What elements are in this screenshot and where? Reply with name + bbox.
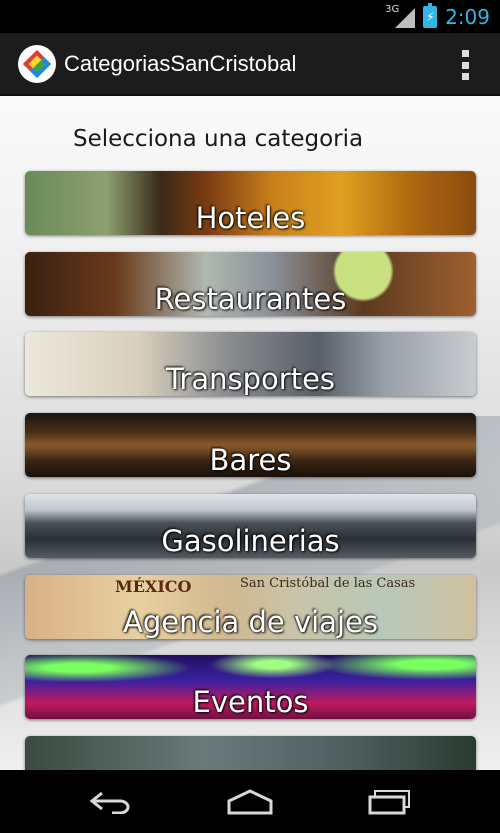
category-label: Transportes [165, 362, 336, 396]
app-title: CategoriasSanCristobal [64, 50, 297, 76]
category-label: Restaurantes [154, 282, 347, 316]
recents-icon[interactable] [360, 782, 420, 822]
back-icon[interactable] [80, 782, 140, 822]
category-label: Bares [209, 443, 292, 477]
app-logo-icon[interactable] [18, 44, 56, 83]
map-text: San Cristóbal de las Casas [240, 576, 416, 591]
category-label: Agencia de viajes [123, 605, 378, 639]
category-next-button[interactable] [25, 736, 476, 770]
clock: 2:09 [445, 4, 490, 29]
next-category-image [25, 736, 476, 770]
category-label: Eventos [192, 685, 309, 719]
status-bar: 3G ⚡ 2:09 [0, 0, 500, 33]
category-label: Gasolinerias [161, 524, 340, 558]
battery-icon: ⚡ [423, 2, 438, 28]
category-eventos-button[interactable]: Eventos [25, 655, 476, 719]
home-icon[interactable] [220, 782, 280, 822]
category-restaurantes-button[interactable]: Restaurantes [25, 252, 476, 316]
action-bar: CategoriasSanCristobal [0, 33, 500, 96]
category-gasolinerias-button[interactable]: Gasolinerias [25, 494, 476, 558]
category-transportes-button[interactable]: Transportes [25, 332, 476, 396]
overflow-menu-icon[interactable] [462, 50, 470, 80]
navigation-bar [0, 770, 500, 833]
page-heading: Selecciona una categoria [73, 126, 364, 152]
category-hoteles-button[interactable]: Hoteles [25, 171, 476, 235]
category-agencia-button[interactable]: MÉXICO San Cristóbal de las Casas Agenci… [25, 575, 476, 639]
signal-icon: 3G [385, 4, 416, 28]
category-list: Selecciona una categoria Hoteles Restaur… [0, 96, 500, 770]
map-text: MÉXICO [115, 577, 192, 596]
category-bares-button[interactable]: Bares [25, 413, 476, 477]
category-label: Hoteles [195, 201, 306, 235]
